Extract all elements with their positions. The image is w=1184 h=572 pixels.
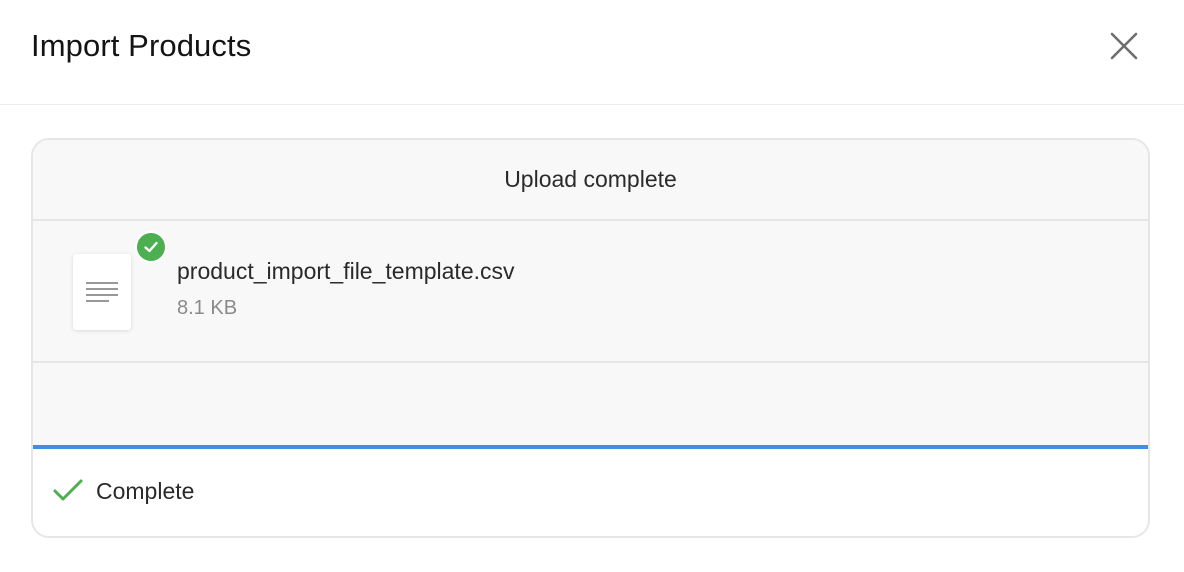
file-item: product_import_file_template.csv 8.1 KB [33,221,1148,363]
checkmark-icon [53,479,83,501]
upload-drop-area [33,363,1148,445]
upload-panel-header: Upload complete [33,140,1148,221]
close-icon [1110,32,1138,60]
status-bar: Complete [33,449,1148,536]
upload-status-title: Upload complete [504,166,677,192]
file-size: 8.1 KB [177,297,238,319]
file-name: product_import_file_template.csv [177,258,515,284]
file-thumbnail [73,254,131,330]
modal-header: Import Products [0,0,1184,105]
close-button[interactable] [1104,26,1144,66]
modal-title: Import Products [31,28,252,63]
check-circle-icon [135,231,167,263]
upload-panel: Upload complete product_import_file_temp… [31,138,1150,538]
status-label: Complete [96,478,195,504]
file-text-icon [86,282,118,302]
